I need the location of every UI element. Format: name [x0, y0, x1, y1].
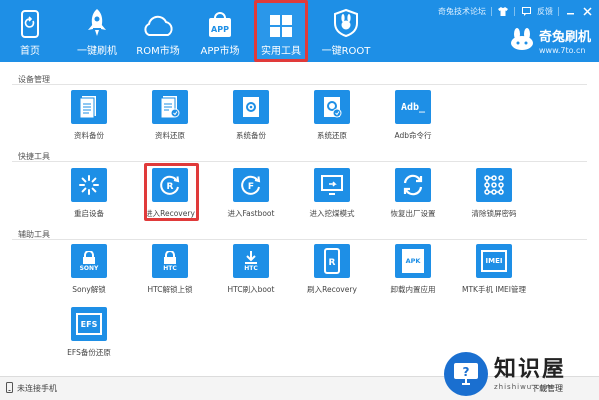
- svg-text:APP: APP: [211, 25, 229, 34]
- download-mode-icon: [314, 168, 350, 202]
- tool-label: Adb命令行: [394, 131, 432, 140]
- tool-htc-flash-boot[interactable]: HTC HTC刷入boot: [215, 244, 287, 295]
- section-divider: [12, 84, 587, 85]
- tool-label: 进入Fastboot: [227, 209, 275, 218]
- svg-text:R: R: [329, 258, 336, 268]
- tool-label: 刷入Recovery: [307, 285, 357, 294]
- nav-label: ROM市场: [136, 46, 180, 57]
- shopping-bag-icon: APP: [206, 0, 234, 38]
- tool-label: 恢复出厂设置: [390, 209, 436, 218]
- recovery-highlight-box: [144, 163, 199, 221]
- rocket-icon: [85, 0, 109, 38]
- tool-data-restore[interactable]: 资料还原: [134, 90, 206, 141]
- factory-reset-icon: [395, 168, 431, 202]
- tool-label: HTC解锁上锁: [147, 285, 193, 294]
- connection-status: 未连接手机: [17, 384, 57, 393]
- tool-htc-unlock-relock[interactable]: HTC HTC解锁上锁: [134, 244, 206, 295]
- document-restore-icon: [152, 90, 188, 124]
- tool-label: 系统备份: [236, 131, 266, 140]
- fastboot-icon: F: [233, 168, 269, 202]
- tool-uninstall-system-apps[interactable]: APK 卸载内置应用: [377, 244, 449, 295]
- feedback-icon[interactable]: [520, 6, 532, 16]
- efs-icon: EFS: [71, 307, 107, 341]
- tool-clear-lock-password[interactable]: 清除锁屏密码: [458, 168, 530, 219]
- nav-app-market[interactable]: APP APP市场: [196, 0, 244, 62]
- system-backup-icon: [233, 90, 269, 124]
- window-utility-links: 奇兔技术论坛 反馈: [438, 4, 593, 18]
- nav-rom-market[interactable]: ROM市场: [132, 0, 184, 62]
- nav-label: 实用工具: [261, 46, 301, 57]
- tool-label: 资料备份: [74, 131, 104, 140]
- monitor-question-icon: ?: [444, 352, 488, 396]
- tool-label: 系统还原: [317, 131, 347, 140]
- phone-icon: [19, 0, 41, 38]
- tool-mtk-imei-management[interactable]: IMEI MTK手机 IMEI管理: [458, 244, 530, 295]
- section-divider: [12, 161, 587, 162]
- tool-system-backup[interactable]: 系统备份: [215, 90, 287, 141]
- tool-enter-fastboot[interactable]: F 进入Fastboot: [215, 168, 287, 219]
- brand-name: 奇兔刷机: [538, 30, 591, 45]
- minimize-icon[interactable]: [564, 6, 576, 16]
- forum-link[interactable]: 奇兔技术论坛: [438, 6, 486, 17]
- nav-home[interactable]: 首页: [8, 0, 52, 62]
- htc-boot-icon: HTC: [233, 244, 269, 278]
- nav-label: APP市场: [200, 46, 240, 57]
- cloud-icon: [141, 0, 175, 38]
- system-restore-icon: [314, 90, 350, 124]
- tool-factory-reset[interactable]: 恢复出厂设置: [377, 168, 449, 219]
- imei-icon: IMEI: [476, 244, 512, 278]
- tool-label: 卸载内置应用: [390, 285, 436, 294]
- tool-efs-backup-restore[interactable]: EFS EFS备份还原: [53, 307, 125, 358]
- tool-label: HTC刷入boot: [227, 285, 275, 294]
- phone-status-icon: [6, 382, 13, 395]
- tool-sony-unlock[interactable]: SONY Sony解锁: [53, 244, 125, 295]
- watermark: ? 知识屋 zhishiwu.com: [444, 348, 599, 400]
- section-divider: [12, 239, 587, 240]
- tool-label: 重启设备: [74, 209, 104, 218]
- pattern-lock-icon: [476, 168, 512, 202]
- tool-enter-download-mode[interactable]: 进入挖煤模式: [296, 168, 368, 219]
- document-icon: [71, 90, 107, 124]
- tool-restart-device[interactable]: 重启设备: [53, 168, 125, 219]
- htc-unlock-icon: HTC: [152, 244, 188, 278]
- nav-one-click-flash[interactable]: 一键刷机: [70, 0, 124, 62]
- restart-icon: [71, 168, 107, 202]
- nav-one-click-root[interactable]: 一键ROOT: [318, 0, 374, 62]
- tool-flash-recovery[interactable]: R 刷入Recovery: [296, 244, 368, 295]
- top-navigation-bar: 首页 一键刷机 ROM市场 APP APP市场 实用工具 一键ROOT 奇兔技术…: [0, 0, 599, 62]
- tool-label: 资料还原: [155, 131, 185, 140]
- flash-recovery-icon: R: [314, 244, 350, 278]
- skin-icon[interactable]: [497, 6, 509, 16]
- tool-system-restore[interactable]: 系统还原: [296, 90, 368, 141]
- rabbit-logo-icon: [509, 27, 535, 55]
- watermark-url: zhishiwu.com: [494, 382, 554, 391]
- brand-url: www.7to.cn: [538, 46, 586, 55]
- tool-label: Sony解锁: [72, 285, 106, 294]
- adb-terminal-icon: Adb_: [395, 90, 431, 124]
- brand-logo: 奇兔刷机 www.7to.cn: [509, 26, 591, 55]
- tool-label: 进入挖煤模式: [309, 209, 355, 218]
- tool-data-backup[interactable]: 资料备份: [53, 90, 125, 141]
- divider: [558, 6, 559, 16]
- tool-label: EFS备份还原: [67, 348, 111, 357]
- nav-label: 一键ROOT: [321, 46, 371, 57]
- nav-label: 一键刷机: [77, 46, 117, 57]
- rabbit-shield-icon: [333, 0, 359, 38]
- svg-text:F: F: [248, 182, 254, 192]
- grid-icon: [269, 3, 293, 38]
- tool-label: 清除锁屏密码: [471, 209, 517, 218]
- tool-label: MTK手机 IMEI管理: [462, 285, 526, 294]
- nav-utility-tools[interactable]: 实用工具: [254, 0, 308, 62]
- sony-unlock-icon: SONY: [71, 244, 107, 278]
- close-icon[interactable]: [581, 6, 593, 16]
- divider: [514, 6, 515, 16]
- tools-panel: 设备管理 资料备份 资料还原 系统备份 系统还原 Adb_ Adb命令行 快捷工…: [0, 62, 599, 376]
- nav-label: 首页: [20, 46, 40, 57]
- tool-adb-command-line[interactable]: Adb_ Adb命令行: [377, 90, 449, 141]
- svg-text:?: ?: [463, 365, 470, 379]
- watermark-text: 知识屋: [494, 356, 567, 382]
- apk-uninstall-icon: APK: [395, 244, 431, 278]
- divider: [491, 6, 492, 16]
- feedback-link[interactable]: 反馈: [537, 6, 553, 17]
